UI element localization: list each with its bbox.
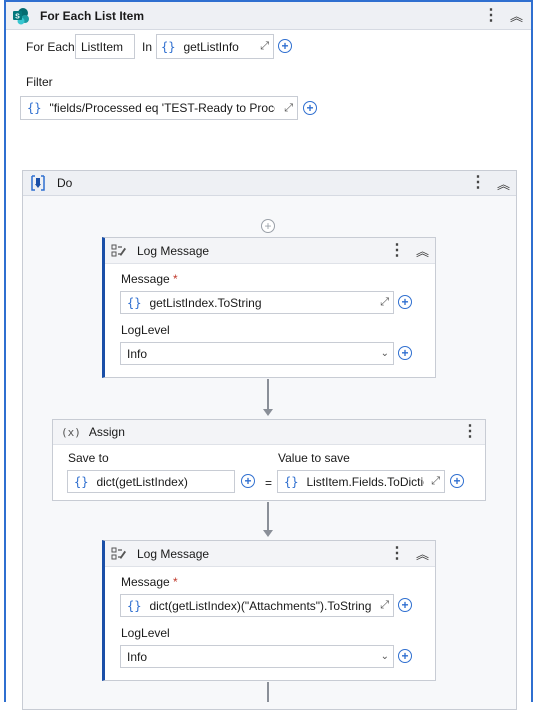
flow-arrow-icon bbox=[263, 409, 273, 416]
collection-add-icon[interactable]: + bbox=[278, 39, 292, 53]
do-title: Do bbox=[57, 176, 73, 190]
chevron-down-icon[interactable]: ⌄ bbox=[381, 348, 389, 359]
assign-header[interactable]: (x) Assign ⋮ bbox=[53, 420, 485, 445]
log2-message-value: dict(getListIndex)("Attachments").ToStri… bbox=[149, 598, 372, 613]
assign-equals: = bbox=[265, 476, 273, 490]
expand-editor-icon[interactable]: ⤢ bbox=[376, 599, 389, 612]
in-label: In bbox=[142, 40, 153, 54]
do-collapse-icon[interactable]: ︽ bbox=[497, 174, 510, 193]
foreach-collapse-icon[interactable]: ︽ bbox=[510, 6, 523, 25]
log2-more-options-icon[interactable]: ⋮ bbox=[389, 545, 405, 561]
expression-braces-icon: {} bbox=[27, 101, 42, 115]
log1-message-value: getListIndex.ToString bbox=[149, 295, 262, 310]
log1-message-label: Message * bbox=[121, 272, 178, 286]
log1-more-options-icon[interactable]: ⋮ bbox=[389, 242, 405, 258]
log1-message-add-icon[interactable]: + bbox=[398, 295, 412, 309]
log2-message-label: Message * bbox=[121, 575, 178, 589]
assign-value-input[interactable]: {} ListItem.Fields.ToDictio ⤢ bbox=[277, 470, 445, 493]
flow-connector bbox=[267, 682, 269, 702]
flow-connector bbox=[267, 379, 269, 409]
filter-input[interactable]: {} "fields/Processed eq 'TEST-Ready to P… bbox=[20, 96, 298, 120]
do-header[interactable]: Do ⋮ ︽ bbox=[23, 171, 516, 196]
log2-loglevel-select[interactable]: Info ⌄ bbox=[120, 645, 394, 668]
log1-loglevel-label: LogLevel bbox=[121, 323, 170, 337]
log1-loglevel-select[interactable]: Info ⌄ bbox=[120, 342, 394, 365]
expand-editor-icon[interactable]: ⤢ bbox=[376, 296, 389, 309]
add-activity-icon[interactable]: + bbox=[261, 219, 275, 233]
foreach-title: For Each List Item bbox=[40, 8, 145, 23]
log1-message-input[interactable]: {} getListIndex.ToString ⤢ bbox=[120, 291, 394, 314]
item-variable-input[interactable]: ListItem bbox=[75, 34, 135, 59]
expression-braces-icon: {} bbox=[284, 474, 299, 489]
expression-braces-icon: {} bbox=[74, 474, 89, 489]
foreach-header[interactable]: S For Each List Item ⋮ ︽ bbox=[6, 2, 531, 30]
expand-editor-icon[interactable]: ⤢ bbox=[427, 475, 440, 488]
sharepoint-icon: S bbox=[12, 7, 30, 25]
foreach-more-options-icon[interactable]: ⋮ bbox=[483, 7, 499, 23]
assign-save-to-add-icon[interactable]: + bbox=[241, 474, 255, 488]
item-variable-value: ListItem bbox=[81, 39, 124, 54]
log2-collapse-icon[interactable]: ︽ bbox=[416, 544, 429, 563]
assign-save-to-input[interactable]: {} dict(getListIndex) bbox=[67, 470, 235, 493]
assign-title: Assign bbox=[88, 425, 125, 439]
log-message-title-1: Log Message bbox=[137, 243, 210, 258]
log2-loglevel-label: LogLevel bbox=[121, 626, 170, 640]
log2-loglevel-add-icon[interactable]: + bbox=[398, 649, 412, 663]
flow-connector bbox=[267, 502, 269, 530]
log-message-title-2: Log Message bbox=[137, 546, 210, 561]
do-sequence-icon bbox=[31, 175, 45, 191]
log1-loglevel-value: Info bbox=[127, 346, 148, 361]
expand-editor-icon[interactable]: ⤢ bbox=[280, 102, 293, 115]
log-message-icon bbox=[111, 547, 127, 561]
filter-label: Filter bbox=[26, 75, 53, 89]
filter-add-icon[interactable]: + bbox=[303, 101, 317, 115]
assign-value-value: ListItem.Fields.ToDictio bbox=[306, 474, 425, 489]
log1-collapse-icon[interactable]: ︽ bbox=[416, 241, 429, 260]
collection-input[interactable]: {} getListInfo ⤢ bbox=[156, 34, 274, 59]
log-message-header-2[interactable]: Log Message ⋮ ︽ bbox=[105, 541, 435, 567]
log-message-header-1[interactable]: Log Message ⋮ ︽ bbox=[105, 238, 435, 264]
required-marker: * bbox=[173, 272, 178, 286]
svg-text:S: S bbox=[15, 13, 20, 20]
chevron-down-icon[interactable]: ⌄ bbox=[381, 651, 389, 662]
log1-loglevel-add-icon[interactable]: + bbox=[398, 346, 412, 360]
assign-value-label: Value to save bbox=[278, 451, 350, 465]
filter-value: "fields/Processed eq 'TEST-Ready to Proc… bbox=[49, 101, 276, 115]
expand-editor-icon[interactable]: ⤢ bbox=[256, 40, 269, 53]
assign-value-add-icon[interactable]: + bbox=[450, 474, 464, 488]
assign-save-to-value: dict(getListIndex) bbox=[96, 474, 188, 489]
for-each-label: For Each bbox=[26, 40, 75, 54]
log2-message-input[interactable]: {} dict(getListIndex)("Attachments").ToS… bbox=[120, 594, 394, 617]
expression-braces-icon: {} bbox=[161, 39, 176, 54]
expression-braces-icon: {} bbox=[127, 598, 142, 613]
flow-arrow-icon bbox=[263, 530, 273, 537]
log2-message-add-icon[interactable]: + bbox=[398, 598, 412, 612]
log2-loglevel-value: Info bbox=[127, 649, 148, 664]
expression-braces-icon: {} bbox=[127, 295, 142, 310]
required-marker: * bbox=[173, 575, 178, 589]
log-message-icon bbox=[111, 244, 127, 258]
assign-icon: (x) bbox=[61, 425, 81, 439]
assign-save-to-label: Save to bbox=[68, 451, 109, 465]
assign-more-options-icon[interactable]: ⋮ bbox=[462, 424, 478, 440]
do-more-options-icon[interactable]: ⋮ bbox=[470, 175, 486, 191]
collection-value: getListInfo bbox=[183, 39, 239, 54]
